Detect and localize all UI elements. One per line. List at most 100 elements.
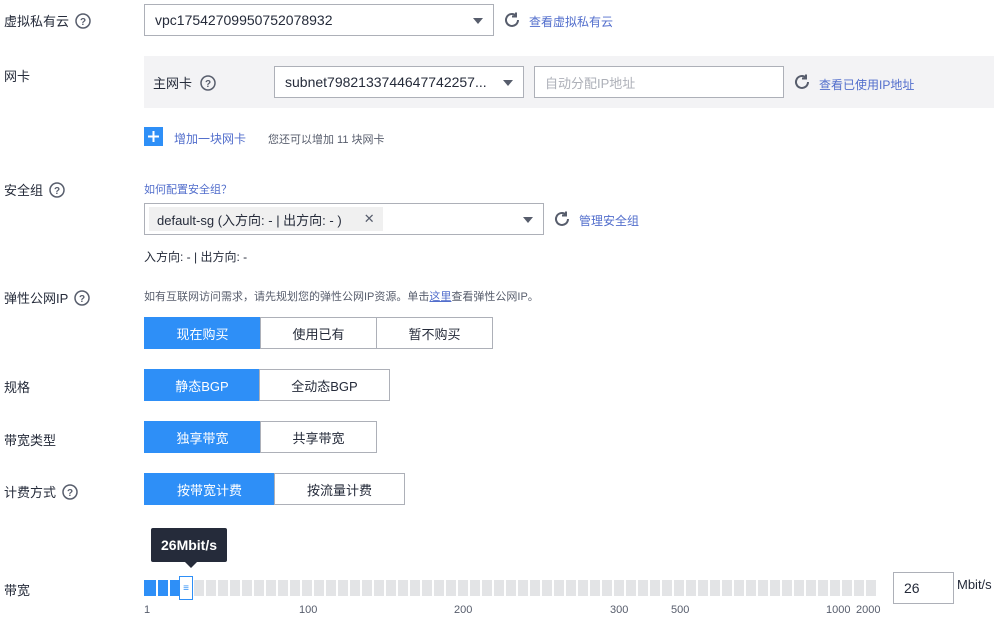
slider-segment-divider (276, 580, 278, 596)
help-icon[interactable]: ? (49, 181, 65, 198)
security-group-tag-label: default-sg (入方向: - | 出方向: - ) (157, 212, 342, 228)
slider-segment-divider (216, 580, 218, 596)
slider-segment-divider (204, 580, 206, 596)
slider-segment-divider (768, 580, 770, 596)
bandwidth-slider-handle[interactable]: ≡ (179, 576, 193, 600)
vpc-select-value: vpc1754270995075207893​2 (155, 12, 333, 28)
plus-icon (148, 131, 159, 142)
slider-segment-divider (324, 580, 326, 596)
subnet-select[interactable]: subnet798213374464774225​7... (274, 66, 524, 98)
bandwidth-tooltip: 26Mbit/s (151, 528, 228, 568)
refresh-icon[interactable] (503, 11, 521, 29)
spec-option-full-dynamic-bgp[interactable]: 全动态BGP (259, 369, 390, 401)
security-group-select[interactable]: default-sg (入方向: - | 出方向: - ) ✕ (144, 203, 544, 235)
slider-segment-divider (408, 580, 410, 596)
add-nic-link[interactable]: 增加一块网卡 (174, 130, 246, 147)
slider-segment-divider (480, 580, 482, 596)
slider-tick-100: 100 (299, 604, 318, 616)
bandwidth-value: 26 (904, 580, 920, 596)
slider-segment-divider (708, 580, 710, 596)
slider-segment-divider (540, 580, 542, 596)
add-nic-hint: 您还可以增加 11 块网卡 (268, 134, 385, 146)
slider-tick-2000: 2000 (856, 604, 881, 616)
slider-segment-divider (612, 580, 614, 596)
eip-label-row: 弹性公网IP ? (4, 288, 91, 307)
slider-segment-divider (576, 580, 578, 596)
slider-segment-divider (348, 580, 350, 596)
refresh-icon[interactable] (793, 73, 811, 91)
slider-segment-divider (432, 580, 434, 596)
help-icon[interactable]: ? (200, 74, 216, 91)
slider-segment-divider (492, 580, 494, 596)
chevron-down-icon (503, 80, 513, 86)
slider-segment-divider (828, 580, 830, 596)
bandwidth-label: 带宽 (4, 583, 31, 598)
security-group-summary: 入方向: - | 出方向: - (144, 250, 248, 264)
slider-segment-divider (588, 580, 590, 596)
billing-label-row: 计费方式 ? (4, 482, 78, 501)
slider-segment-divider (864, 580, 866, 596)
refresh-icon[interactable] (553, 210, 571, 228)
billing-by-bandwidth[interactable]: 按带宽计费 (144, 473, 275, 505)
slider-segment-divider (468, 580, 470, 596)
eip-option-use-existing[interactable]: 使用已有 (260, 317, 377, 349)
slider-segment-divider (780, 580, 782, 596)
bandwidth-type-shared[interactable]: 共享带宽 (260, 421, 377, 453)
ip-address-placeholder: 自动分配IP地址 (545, 75, 636, 91)
spec-options: 静态BGP 全动态BGP (144, 369, 390, 401)
ip-address-input[interactable]: 自动分配IP地址 (534, 66, 784, 98)
spec-label: 规格 (4, 380, 31, 395)
slider-segment-divider (300, 580, 302, 596)
billing-by-traffic[interactable]: 按流量计费 (274, 473, 405, 505)
slider-segment-divider (240, 580, 242, 596)
slider-segment-divider (420, 580, 422, 596)
primary-nic-label: 主网卡 (153, 76, 193, 91)
security-group-help-link[interactable]: 如何配置安全组？ (144, 181, 232, 197)
help-icon[interactable]: ? (74, 289, 91, 306)
bandwidth-type-options: 独享带宽 共享带宽 (144, 421, 377, 453)
eip-hint-link[interactable]: 这里 (429, 291, 451, 303)
slider-segment-divider (264, 580, 266, 596)
slider-segment-divider (228, 580, 230, 596)
vpc-label-row: 虚拟私有云 ? (4, 11, 91, 30)
slider-segment-divider (672, 580, 674, 596)
bandwidth-type-label: 带宽类型 (4, 433, 57, 448)
slider-segment-divider (456, 580, 458, 596)
eip-option-buy-now[interactable]: 现在购买 (144, 317, 261, 349)
slider-segment-divider (756, 580, 758, 596)
eip-hint: 如有互联网访问需求，请先规划您的弹性公网IP资源。单击这里查看弹性公网IP。 (144, 288, 539, 304)
subnet-select-value: subnet798213374464774225​7... (285, 74, 487, 90)
eip-option-not-buy[interactable]: 暂不购买 (376, 317, 493, 349)
slider-segment-divider (624, 580, 626, 596)
bandwidth-type-dedicated[interactable]: 独享带宽 (144, 421, 261, 453)
slider-segment-divider (660, 580, 662, 596)
slider-segment-divider (840, 580, 842, 596)
help-icon[interactable]: ? (62, 483, 78, 500)
close-icon[interactable]: ✕ (364, 211, 375, 227)
slider-segment-divider (312, 580, 314, 596)
slider-segment-divider (564, 580, 566, 596)
security-group-label-row: 安全组 ? (4, 180, 65, 199)
slider-segment-divider (516, 580, 518, 596)
slider-segment-divider (648, 580, 650, 596)
svg-text:?: ? (80, 17, 86, 28)
bandwidth-value-input[interactable]: 26 (893, 572, 954, 604)
vpc-select[interactable]: vpc1754270995075207893​2 (144, 4, 494, 36)
view-vpc-link[interactable]: 查看虚拟私有云 (529, 13, 613, 30)
add-nic-button[interactable] (144, 127, 163, 146)
slider-segment-divider (444, 580, 446, 596)
slider-segment-divider (696, 580, 698, 596)
eip-options: 现在购买 使用已有 暂不购买 (144, 317, 493, 349)
svg-text:?: ? (205, 79, 211, 90)
slider-segment-divider (252, 580, 254, 596)
slider-segment-divider (504, 580, 506, 596)
slider-tick-500: 500 (671, 604, 690, 616)
spec-option-static-bgp[interactable]: 静态BGP (144, 369, 260, 401)
help-icon[interactable]: ? (75, 12, 91, 29)
chevron-down-icon (523, 217, 533, 223)
slider-tick-1000: 1000 (826, 604, 851, 616)
svg-text:?: ? (67, 488, 73, 499)
view-used-ip-link[interactable]: 查看已使用IP地址 (819, 76, 914, 93)
manage-security-group-link[interactable]: 管理安全组 (579, 212, 639, 229)
vpc-label: 虚拟私有云 (4, 14, 70, 29)
